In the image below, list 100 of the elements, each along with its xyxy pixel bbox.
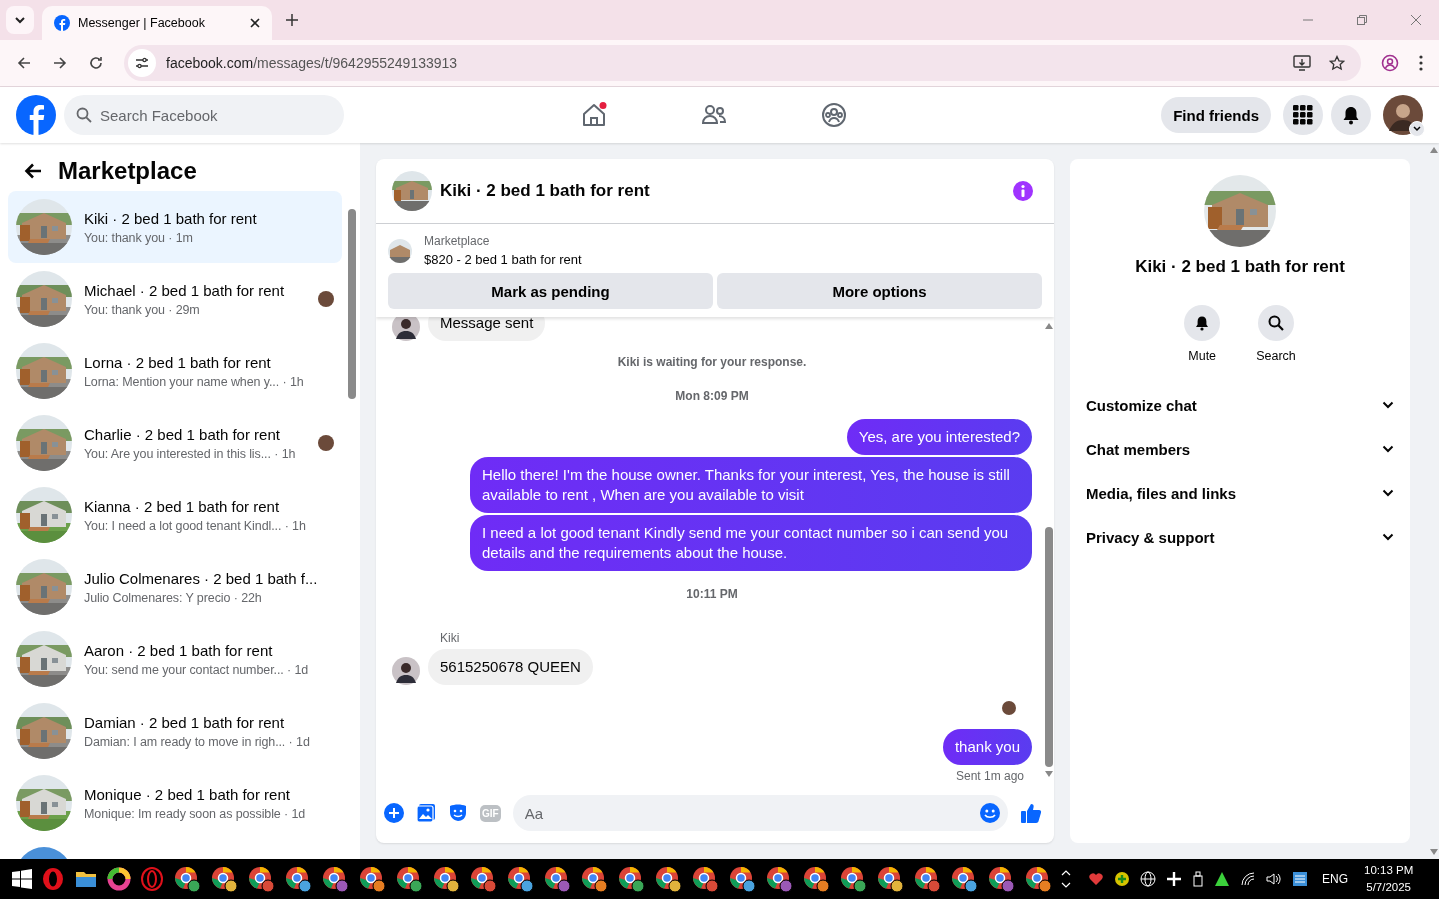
scroll-down-icon[interactable] (1430, 849, 1438, 855)
scroll-up-icon[interactable] (1430, 147, 1438, 153)
search-field[interactable]: Search Facebook (64, 95, 344, 135)
browser-profile-icon[interactable] (395, 865, 423, 893)
browser-profile-icon[interactable] (432, 865, 460, 893)
wifi-icon[interactable] (1240, 871, 1256, 887)
message-input[interactable]: Aa (512, 795, 1008, 831)
back-icon[interactable] (16, 55, 32, 71)
triangle-icon[interactable] (1214, 871, 1230, 887)
browser-profile-icon[interactable] (358, 865, 386, 893)
incoming-message: 5615250678 QUEEN (428, 649, 593, 685)
back-arrow-icon[interactable] (24, 163, 42, 179)
browser-profile-icon[interactable] (210, 865, 238, 893)
collapsible-section[interactable]: Chat members (1070, 427, 1410, 471)
listing-action-button[interactable]: More options (717, 273, 1042, 309)
facebook-logo[interactable] (16, 95, 56, 135)
collapsible-section[interactable]: Media, files and links (1070, 471, 1410, 515)
reload-icon[interactable] (88, 55, 104, 71)
browser-profile-icon[interactable] (580, 865, 608, 893)
language-indicator[interactable]: ENG (1322, 872, 1348, 886)
bookmark-star-icon[interactable] (1329, 55, 1345, 71)
sticker-icon[interactable] (448, 803, 468, 823)
collapsible-section[interactable]: Customize chat (1070, 383, 1410, 427)
collapsible-section[interactable]: Privacy & support (1070, 515, 1410, 559)
forward-icon[interactable] (52, 55, 68, 71)
conversation-name: Kianna · 2 bed 1 bath for rent (84, 497, 280, 515)
site-settings-icon[interactable] (128, 49, 156, 77)
keyboard-icon[interactable] (1292, 871, 1308, 887)
opera-icon[interactable] (41, 867, 65, 891)
info-icon[interactable] (1012, 180, 1034, 202)
listing-action-button[interactable]: Mark as pending (388, 273, 713, 309)
install-icon[interactable] (1293, 55, 1311, 71)
heart-icon[interactable] (1088, 871, 1104, 887)
plus-badge-icon[interactable] (1114, 871, 1130, 887)
timestamp: Mon 8:09 PM (675, 389, 749, 403)
browser-profile-icon[interactable] (617, 865, 645, 893)
browser-profile-icon[interactable] (691, 865, 719, 893)
browser-profile-icon[interactable] (543, 865, 571, 893)
scroll-down-icon[interactable] (1045, 771, 1053, 777)
browser-profile-icon[interactable] (802, 865, 830, 893)
caret-icon[interactable] (1409, 121, 1425, 137)
groups-icon[interactable] (820, 101, 848, 129)
emoji-icon[interactable] (980, 803, 1000, 823)
usb-drive-icon[interactable] (1192, 871, 1204, 887)
restore-icon[interactable] (1356, 14, 1368, 26)
browser-profile-icon[interactable] (506, 865, 534, 893)
image-icon[interactable] (416, 803, 436, 823)
facebook-icon (54, 15, 70, 31)
browser-profile-icon[interactable] (284, 865, 312, 893)
conversation-item[interactable]: Aaron · 2 bed 1 bath for rent You: send me your contact number... · 1d (8, 623, 342, 695)
browser-tab[interactable]: Messenger | Facebook (42, 6, 272, 40)
conversation-item[interactable]: Kianna · 2 bed 1 bath for rent You: I need a lot good tenant Kindl... · 1h (8, 479, 342, 551)
browser-profile-icon[interactable] (913, 865, 941, 893)
conversation-item[interactable]: Kiki · 2 bed 1 bath for rent You: thank you · 1m (8, 191, 342, 263)
account-avatar[interactable] (1383, 95, 1423, 135)
browser-profile-icon[interactable] (654, 865, 682, 893)
find-friends-button[interactable]: Find friends (1161, 97, 1271, 133)
browser-profile-icon[interactable] (950, 865, 978, 893)
globe-icon[interactable] (1140, 871, 1156, 887)
browser-profile-icon[interactable] (876, 865, 904, 893)
start-icon[interactable] (12, 869, 32, 889)
browser-profile-icon[interactable] (987, 865, 1015, 893)
clock-date[interactable]: 5/7/2025 (1366, 879, 1411, 896)
browser-profile-icon[interactable] (247, 865, 275, 893)
apps-menu-button[interactable] (1283, 95, 1323, 135)
home-icon[interactable] (580, 101, 608, 129)
plus-icon[interactable] (384, 803, 404, 823)
menu-icon[interactable] (1419, 55, 1423, 71)
conversation-item[interactable]: Michael · 2 bed 1 bath for rent You: thank you · 29m (8, 263, 342, 335)
conversation-item[interactable]: Julio Colmenares · 2 bed 1 bath f... Julio Colmenares: Y precio · 22h (8, 551, 342, 623)
search-button[interactable] (1258, 305, 1294, 341)
conversation-item[interactable]: Damian · 2 bed 1 bath for rent Damian: I am ready to move in righ... · 1d (8, 695, 342, 767)
profile-icon[interactable] (1381, 54, 1399, 72)
thumbs-up-icon[interactable] (1020, 802, 1042, 824)
new-tab-icon[interactable] (286, 14, 298, 26)
tab-list-button[interactable] (6, 6, 34, 34)
opera-icon[interactable] (140, 867, 164, 891)
scroll-up-icon[interactable] (1045, 323, 1053, 329)
browser-profile-icon[interactable] (173, 865, 201, 893)
scrollbar-thumb[interactable] (1045, 527, 1053, 767)
conversation-name: Aaron · 2 bed 1 bath for rent (84, 641, 273, 659)
address-bar[interactable]: facebook.com/messages/t/9642955249133913 (124, 45, 1361, 81)
browser-profile-icon[interactable] (728, 865, 756, 893)
volume-icon[interactable] (1266, 871, 1282, 887)
browser-profile-icon[interactable] (1024, 865, 1052, 893)
cross-icon[interactable] (1166, 871, 1182, 887)
conversation-item[interactable]: Charlie · 2 bed 1 bath for rent You: Are you interested in this lis... · 1h (8, 407, 342, 479)
scrollbar-thumb[interactable] (348, 209, 356, 399)
browser-profile-icon[interactable] (765, 865, 793, 893)
colorful-ring-icon[interactable] (107, 867, 131, 891)
conversation-item[interactable]: Monique · 2 bed 1 bath for rent Monique: Im ready soon as possible · 1d (8, 767, 342, 839)
outgoing-message: Yes, are you interested? (846, 419, 1032, 455)
browser-profile-icon[interactable] (321, 865, 349, 893)
notifications-button[interactable] (1331, 95, 1371, 135)
browser-profile-icon[interactable] (469, 865, 497, 893)
close-icon[interactable] (250, 18, 260, 28)
conversation-item[interactable]: Lorna · 2 bed 1 bath for rent Lorna: Mention your name when y... · 1h (8, 335, 342, 407)
clock-time[interactable]: 10:13 PM (1364, 862, 1414, 879)
bell-button[interactable] (1184, 305, 1221, 341)
browser-profile-icon[interactable] (839, 865, 867, 893)
